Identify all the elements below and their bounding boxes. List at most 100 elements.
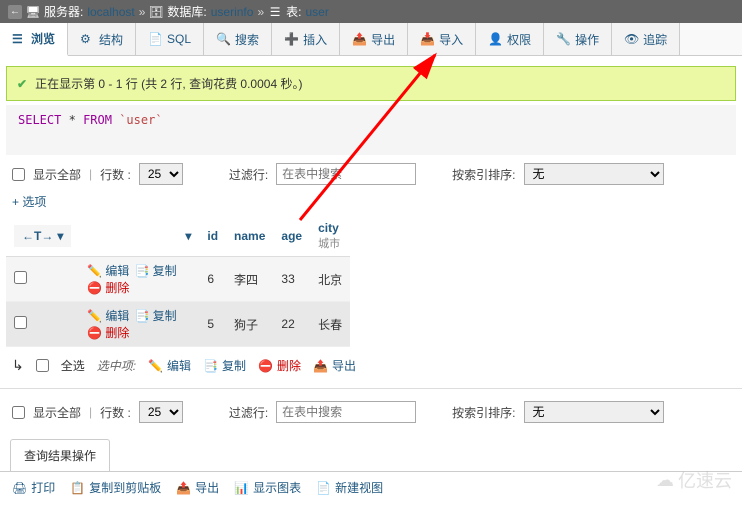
tab-tracking[interactable]: 👁 追踪 [612,23,680,55]
sort-dropdown-icon[interactable]: ▾ [57,229,63,243]
tab-browse[interactable]: ☰ 浏览 [0,23,68,56]
column-header-age[interactable]: age [273,216,310,257]
result-chart-link[interactable]: 📊显示图表 [234,479,301,496]
sql-query-box[interactable]: SELECT * FROM `user` [6,105,736,155]
show-all-label: 显示全部 [33,166,81,183]
show-all-checkbox[interactable] [12,406,25,419]
sort-index-select[interactable]: 无 [524,163,664,185]
clipboard-icon: 📋 [70,481,85,495]
bulk-edit-link[interactable]: ✏️编辑 [148,357,191,374]
show-all-label: 显示全部 [33,404,81,421]
copy-icon: 📑 [203,359,218,373]
divider [0,388,742,389]
tab-sql-label: SQL [167,32,191,46]
tab-search[interactable]: 🔍 搜索 [204,23,272,55]
tab-sql[interactable]: 📄 SQL [136,23,204,55]
action-dropdown-icon[interactable]: ▾ [185,229,191,243]
select-all-checkbox[interactable] [36,359,49,372]
sort-index-label: 按索引排序: [452,404,515,421]
rows-select[interactable]: 25 [139,163,183,185]
result-print-link[interactable]: 🖨打印 [12,479,55,496]
row-copy-link[interactable]: 📑复制 [135,262,177,279]
insert-icon: ➕ [284,32,298,46]
bulk-arrow-icon: ↳ [12,357,24,374]
tab-search-label: 搜索 [235,31,259,48]
show-all-checkbox[interactable] [12,168,25,181]
sort-arrow-label: ←T→ [22,229,53,243]
bulk-delete-link[interactable]: ⛔删除 [258,357,301,374]
sql-keyword-select: SELECT [18,113,61,127]
rows-select[interactable]: 25 [139,401,183,423]
sql-icon: 📄 [148,32,162,46]
row-edit-link[interactable]: ✏️编辑 [87,262,129,279]
breadcrumb-server-value[interactable]: localhost [87,5,134,19]
delete-icon: ⛔ [87,281,102,295]
sort-index-select[interactable]: 无 [524,401,664,423]
cell-name: 狗子 [226,302,273,347]
controls-row-bottom: 显示全部 | 行数 : 25 过滤行: 按索引排序: 无 [0,393,742,431]
table-row: ✏️编辑 📑复制 ⛔删除 6 李四 33 北京 [6,257,350,302]
breadcrumb-db-value[interactable]: userinfo [211,5,254,19]
with-selected-label: 选中项: [97,357,136,374]
filter-input[interactable] [276,163,416,185]
tab-import-label: 导入 [439,31,463,48]
sql-star: * [69,113,76,127]
actions-header: ▾ [79,216,199,257]
cell-id: 5 [199,302,226,347]
pencil-icon: ✏️ [87,309,102,323]
cell-age: 33 [273,257,310,302]
browse-icon: ☰ [12,32,26,46]
row-delete-link[interactable]: ⛔删除 [87,279,129,296]
cell-name: 李四 [226,257,273,302]
bulk-export-link[interactable]: 📤导出 [313,357,356,374]
table-row: ✏️编辑 📑复制 ⛔删除 5 狗子 22 长春 [6,302,350,347]
tab-browse-label: 浏览 [31,30,55,47]
column-header-name[interactable]: name [226,216,273,257]
result-ops-tab[interactable]: 查询结果操作 [10,439,110,471]
breadcrumb-server-label: 服务器: [44,3,83,20]
column-header-city[interactable]: city 城市 [310,216,350,257]
rows-label: 行数 : [100,166,131,183]
bulk-copy-link[interactable]: 📑复制 [203,357,246,374]
breadcrumb-table-value[interactable]: user [305,5,328,19]
tab-export[interactable]: 📤导出 [340,23,408,55]
select-all-label[interactable]: 全选 [61,357,85,374]
tab-export-label: 导出 [371,31,395,48]
tab-privileges[interactable]: 👤权限 [476,23,544,55]
options-toggle[interactable]: + 选项 [0,193,742,216]
tab-structure[interactable]: ⚙结构 [68,23,136,55]
sort-direction-header[interactable]: ←T→ ▾ [6,216,79,257]
tab-tracking-label: 追踪 [643,31,667,48]
tab-operations[interactable]: 🔧操作 [544,23,612,55]
result-ops-bar: 🖨打印 📋复制到剪贴板 📤导出 📊显示图表 📄新建视图 [0,471,742,503]
row-delete-link[interactable]: ⛔删除 [87,324,129,341]
rows-label: 行数 : [100,404,131,421]
pencil-icon: ✏️ [148,359,163,373]
database-icon: 🗄 [149,5,163,19]
row-checkbox[interactable] [14,271,27,284]
filter-input[interactable] [276,401,416,423]
row-copy-link[interactable]: 📑复制 [135,307,177,324]
column-header-city-main: city [318,221,339,235]
status-text: 正在显示第 0 - 1 行 (共 2 行, 查询花费 0.0004 秒。) [35,75,302,92]
tracking-icon: 👁 [624,32,638,46]
result-new-view-link[interactable]: 📄新建视图 [316,479,383,496]
sort-index-label: 按索引排序: [452,166,515,183]
filter-label: 过滤行: [229,404,268,421]
column-header-id[interactable]: id [199,216,226,257]
tab-insert[interactable]: ➕插入 [272,23,340,55]
copy-icon: 📑 [135,264,150,278]
cell-age: 22 [273,302,310,347]
breadcrumb-table-label: 表: [286,3,301,20]
delete-icon: ⛔ [87,326,102,340]
tab-privileges-label: 权限 [507,31,531,48]
breadcrumb-db-label: 数据库: [167,3,206,20]
tab-import[interactable]: 📥导入 [408,23,476,55]
result-copy-clipboard-link[interactable]: 📋复制到剪贴板 [70,479,161,496]
row-edit-link[interactable]: ✏️编辑 [87,307,129,324]
tab-bar: ☰ 浏览 ⚙结构 📄 SQL 🔍 搜索 ➕插入 📤导出 📥导入 👤权限 🔧操作 👁 追踪 [0,23,742,56]
search-icon: 🔍 [216,32,230,46]
breadcrumb-collapse[interactable]: ← [8,5,22,19]
row-checkbox[interactable] [14,316,27,329]
result-export-link[interactable]: 📤导出 [176,479,219,496]
